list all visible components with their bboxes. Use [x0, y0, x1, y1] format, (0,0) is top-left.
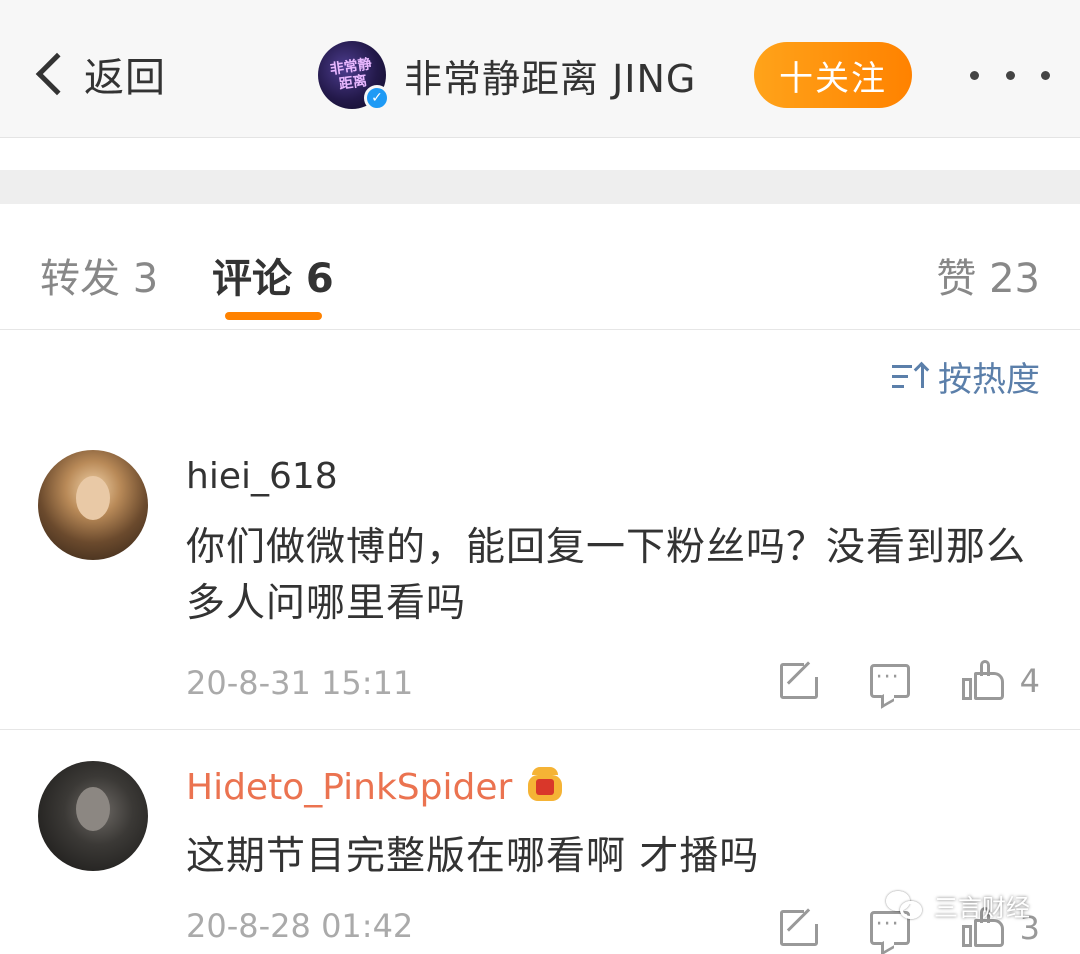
section-divider	[0, 170, 1080, 204]
tab-comment[interactable]: 评论 6	[212, 246, 334, 304]
top-navbar: 返回 非常静距离 ✓ 非常静距离 JING 十关注	[0, 0, 1080, 138]
comment-item: hiei_618 你们做微博的，能回复一下粉丝吗？没看到那么多人问哪里看吗 20…	[0, 448, 1080, 730]
back-label: 返回	[84, 55, 166, 101]
back-chevron-icon	[35, 52, 79, 96]
watermark-text: 三言财经	[934, 894, 1030, 922]
more-dot	[1041, 70, 1050, 80]
more-dot	[970, 70, 979, 80]
reply-button[interactable]	[869, 664, 910, 698]
share-icon	[779, 910, 818, 946]
account-header[interactable]: 非常静距离 ✓ 非常静距离 JING	[318, 40, 696, 111]
active-tab-indicator	[225, 312, 322, 320]
comment-icon	[869, 664, 910, 698]
like-icon	[961, 660, 1006, 702]
comment-time: 20-8-28 01:42	[186, 907, 414, 945]
tab-repost[interactable]: 转发 3	[40, 246, 158, 304]
sort-label: 按热度	[938, 360, 1040, 400]
follow-button[interactable]: 十关注	[754, 42, 912, 108]
comment-actions: 4	[728, 660, 1040, 702]
comment-text: 你们做微博的，能回复一下粉丝吗？没看到那么多人问哪里看吗	[186, 525, 1027, 626]
like-button[interactable]: 4	[961, 660, 1040, 702]
back-button[interactable]: 返回	[32, 46, 166, 102]
share-button[interactable]	[779, 910, 818, 946]
watermark: 三言财经	[886, 888, 1030, 923]
verified-icon: ✓	[364, 85, 390, 111]
comment-username-vip[interactable]: Hideto_PinkSpider	[186, 767, 564, 808]
wechat-icon	[886, 890, 926, 921]
sort-icon	[892, 362, 926, 392]
avatar[interactable]	[38, 450, 148, 560]
account-avatar[interactable]: 非常静距离 ✓	[318, 41, 390, 111]
crown-icon	[526, 767, 564, 803]
share-icon	[779, 663, 818, 699]
more-dot	[1005, 70, 1015, 80]
like-count: 4	[1019, 662, 1040, 700]
comment-username[interactable]: hiei_618	[186, 456, 338, 497]
share-button[interactable]	[779, 663, 818, 699]
comment-username-text: Hideto_PinkSpider	[186, 767, 513, 808]
tab-like[interactable]: 赞 23	[936, 246, 1040, 304]
interaction-tabs: 转发 3 评论 6 赞 23	[0, 204, 1080, 330]
sort-toggle[interactable]: 按热度	[892, 352, 1040, 401]
comment-time: 20-8-31 15:11	[186, 664, 414, 702]
account-name[interactable]: 非常静距离 JING	[404, 48, 696, 103]
comment-text: 这期节目完整版在哪看啊 才播吗	[186, 834, 760, 879]
avatar[interactable]	[38, 761, 148, 871]
more-icon[interactable]	[970, 60, 1050, 90]
